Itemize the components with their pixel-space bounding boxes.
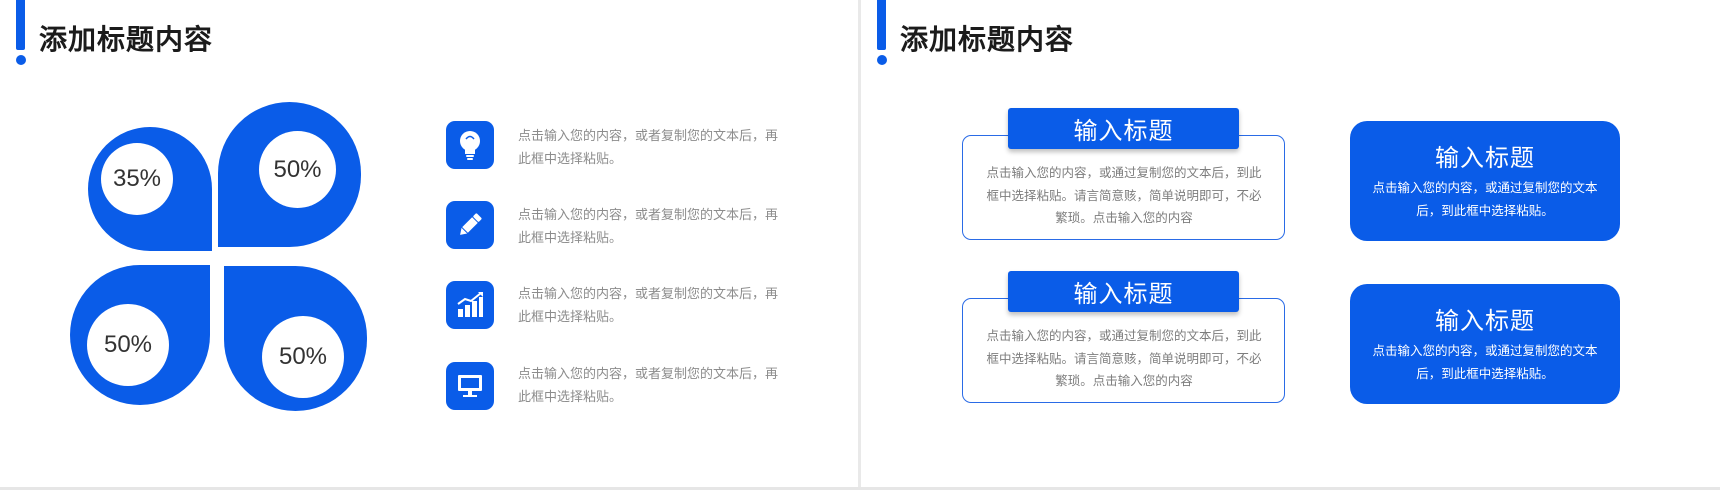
card-title-tab[interactable]: 输入标题 bbox=[1008, 271, 1239, 312]
title-accent-bar bbox=[877, 0, 886, 50]
card-body-text[interactable]: 点击输入您的内容，或通过复制您的文本后，到此框中选择粘贴。请言简意赅，简单说明即… bbox=[984, 325, 1264, 393]
card-title: 输入标题 bbox=[1435, 144, 1535, 172]
right-slide: 添加标题内容 点击输入您的内容，或通过复制您的文本后，到此框中选择粘贴。请言简意… bbox=[0, 0, 1720, 487]
solid-card[interactable]: 输入标题 点击输入您的内容，或通过复制您的文本后，到此框中选择粘贴。 bbox=[1350, 121, 1620, 241]
card-body-text: 点击输入您的内容，或通过复制您的文本后，到此框中选择粘贴。 bbox=[1372, 180, 1598, 218]
card-title: 输入标题 bbox=[1435, 307, 1535, 335]
title-accent-dot bbox=[877, 55, 887, 65]
card-body-text: 点击输入您的内容，或通过复制您的文本后，到此框中选择粘贴。 bbox=[1372, 343, 1598, 381]
card-body-text[interactable]: 点击输入您的内容，或通过复制您的文本后，到此框中选择粘贴。请言简意赅，简单说明即… bbox=[984, 162, 1264, 230]
card-title-tab[interactable]: 输入标题 bbox=[1008, 108, 1239, 149]
solid-card[interactable]: 输入标题 点击输入您的内容，或通过复制您的文本后，到此框中选择粘贴。 bbox=[1350, 284, 1620, 404]
page-title[interactable]: 添加标题内容 bbox=[900, 18, 1074, 58]
